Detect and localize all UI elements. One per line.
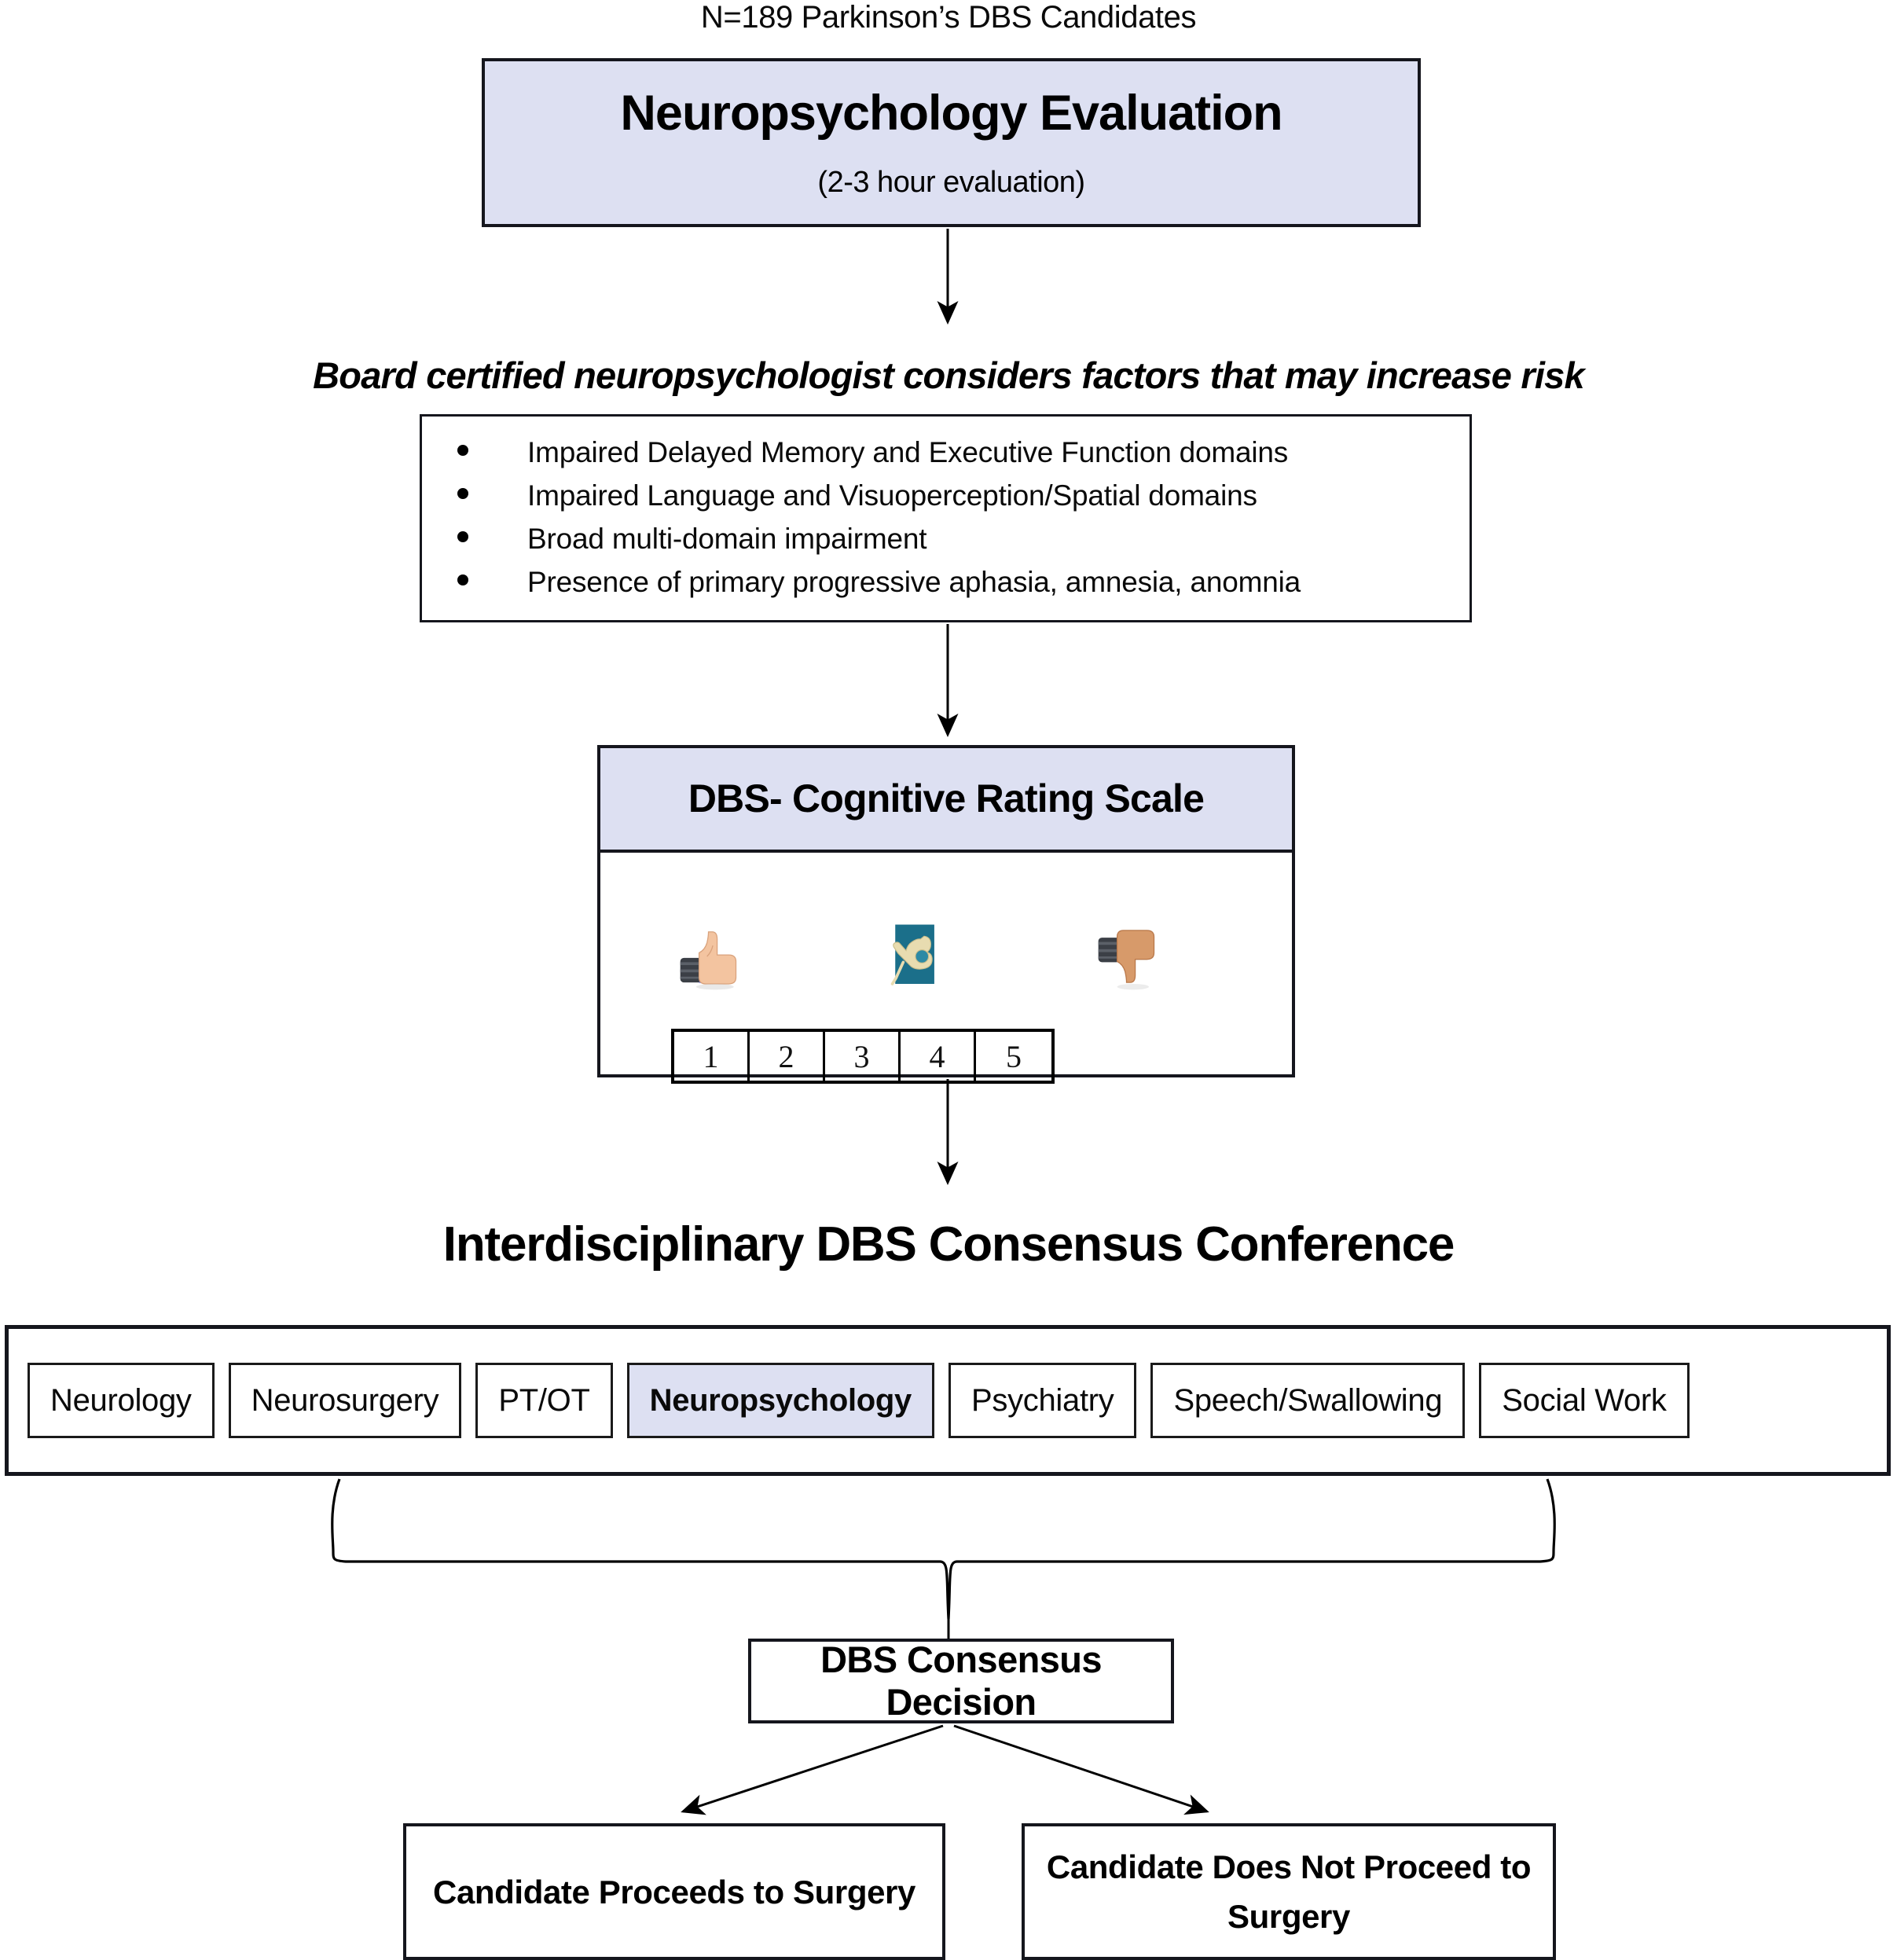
- discipline-speech-swallowing[interactable]: Speech/Swallowing: [1150, 1363, 1466, 1438]
- discipline-social-work[interactable]: Social Work: [1479, 1363, 1690, 1438]
- list-item: Presence of primary progressive aphasia,…: [422, 560, 1470, 604]
- list-item: Impaired Language and Visuoperception/Sp…: [422, 474, 1470, 517]
- risk-statement: Board certified neuropsychologist consid…: [313, 354, 1584, 396]
- dbs-scale-title: DBS- Cognitive Rating Scale: [688, 776, 1205, 820]
- arrow-decision-to-proceed: [681, 1724, 944, 1815]
- neutral-hand-icon: [890, 924, 934, 986]
- risk-factor-label: Broad multi-domain impairment: [527, 523, 927, 555]
- rating-cell-5[interactable]: 5: [976, 1032, 1051, 1081]
- consensus-decision-title: DBS Consensus Decision: [820, 1638, 1102, 1723]
- thumbs-up-icon: [680, 931, 737, 990]
- bullet-icon: [457, 445, 468, 456]
- conference-heading: Interdisciplinary DBS Consensus Conferen…: [442, 1217, 1455, 1272]
- consensus-decision-box: DBS Consensus Decision: [748, 1639, 1174, 1723]
- outcome-proceeds-label: Candidate Proceeds to Surgery: [433, 1873, 915, 1910]
- flowchart-canvas: N=189 Parkinson’s DBS Candidates Neurops…: [0, 0, 1897, 1960]
- rating-cell-3[interactable]: 3: [825, 1032, 901, 1081]
- list-item: Impaired Delayed Memory and Executive Fu…: [422, 431, 1470, 474]
- bullet-icon: [457, 531, 468, 542]
- outcome-proceeds-box: Candidate Proceeds to Surgery: [403, 1823, 945, 1960]
- outcome-not-proceeds-label: Candidate Does Not Proceed to Surgery: [1046, 1848, 1532, 1935]
- discipline-neuropsychology[interactable]: Neuropsychology: [626, 1363, 934, 1438]
- neuropsychology-evaluation-subtitle: (2-3 hour evaluation): [817, 165, 1085, 199]
- brace-conference-to-decision: [331, 1478, 1556, 1620]
- conference-box: Neurology Neurosurgery PT/OT Neuropsycho…: [5, 1325, 1891, 1476]
- neuropsychology-evaluation-title: Neuropsychology Evaluation: [620, 86, 1282, 141]
- neuropsychology-evaluation-box: Neuropsychology Evaluation (2-3 hour eva…: [482, 58, 1421, 227]
- discipline-pt-ot[interactable]: PT/OT: [475, 1363, 613, 1438]
- discipline-neurosurgery[interactable]: Neurosurgery: [228, 1363, 462, 1438]
- risk-factors-box: Impaired Delayed Memory and Executive Fu…: [420, 414, 1472, 622]
- risk-factor-label: Impaired Language and Visuoperception/Sp…: [527, 479, 1257, 512]
- cohort-caption: N=189 Parkinson’s DBS Candidates: [700, 0, 1197, 35]
- list-item: Broad multi-domain impairment: [422, 517, 1470, 560]
- bullet-icon: [457, 574, 468, 585]
- rating-scale-row[interactable]: 1 2 3 4 5: [671, 1029, 1055, 1084]
- risk-factor-label: Impaired Delayed Memory and Executive Fu…: [527, 436, 1289, 468]
- rating-cell-4[interactable]: 4: [901, 1032, 976, 1081]
- dbs-cognitive-rating-scale-box: DBS- Cognitive Rating Scale 1 2 3 4 5: [597, 745, 1295, 1084]
- arrow-decision-to-not-proceed: [953, 1724, 1209, 1815]
- risk-factor-label: Presence of primary progressive aphasia,…: [527, 566, 1301, 598]
- rating-cell-1[interactable]: 1: [674, 1032, 750, 1081]
- bullet-icon: [457, 488, 468, 499]
- dbs-scale-header: DBS- Cognitive Rating Scale: [600, 748, 1292, 853]
- rating-cell-2[interactable]: 2: [750, 1032, 825, 1081]
- dbs-scale-body: 1 2 3 4 5: [600, 853, 1292, 1084]
- discipline-psychiatry[interactable]: Psychiatry: [948, 1363, 1137, 1438]
- thumbs-down-icon: [1098, 930, 1155, 990]
- outcome-not-proceeds-box: Candidate Does Not Proceed to Surgery: [1022, 1823, 1556, 1960]
- risk-factors-list: Impaired Delayed Memory and Executive Fu…: [422, 431, 1470, 604]
- discipline-neurology[interactable]: Neurology: [28, 1363, 215, 1438]
